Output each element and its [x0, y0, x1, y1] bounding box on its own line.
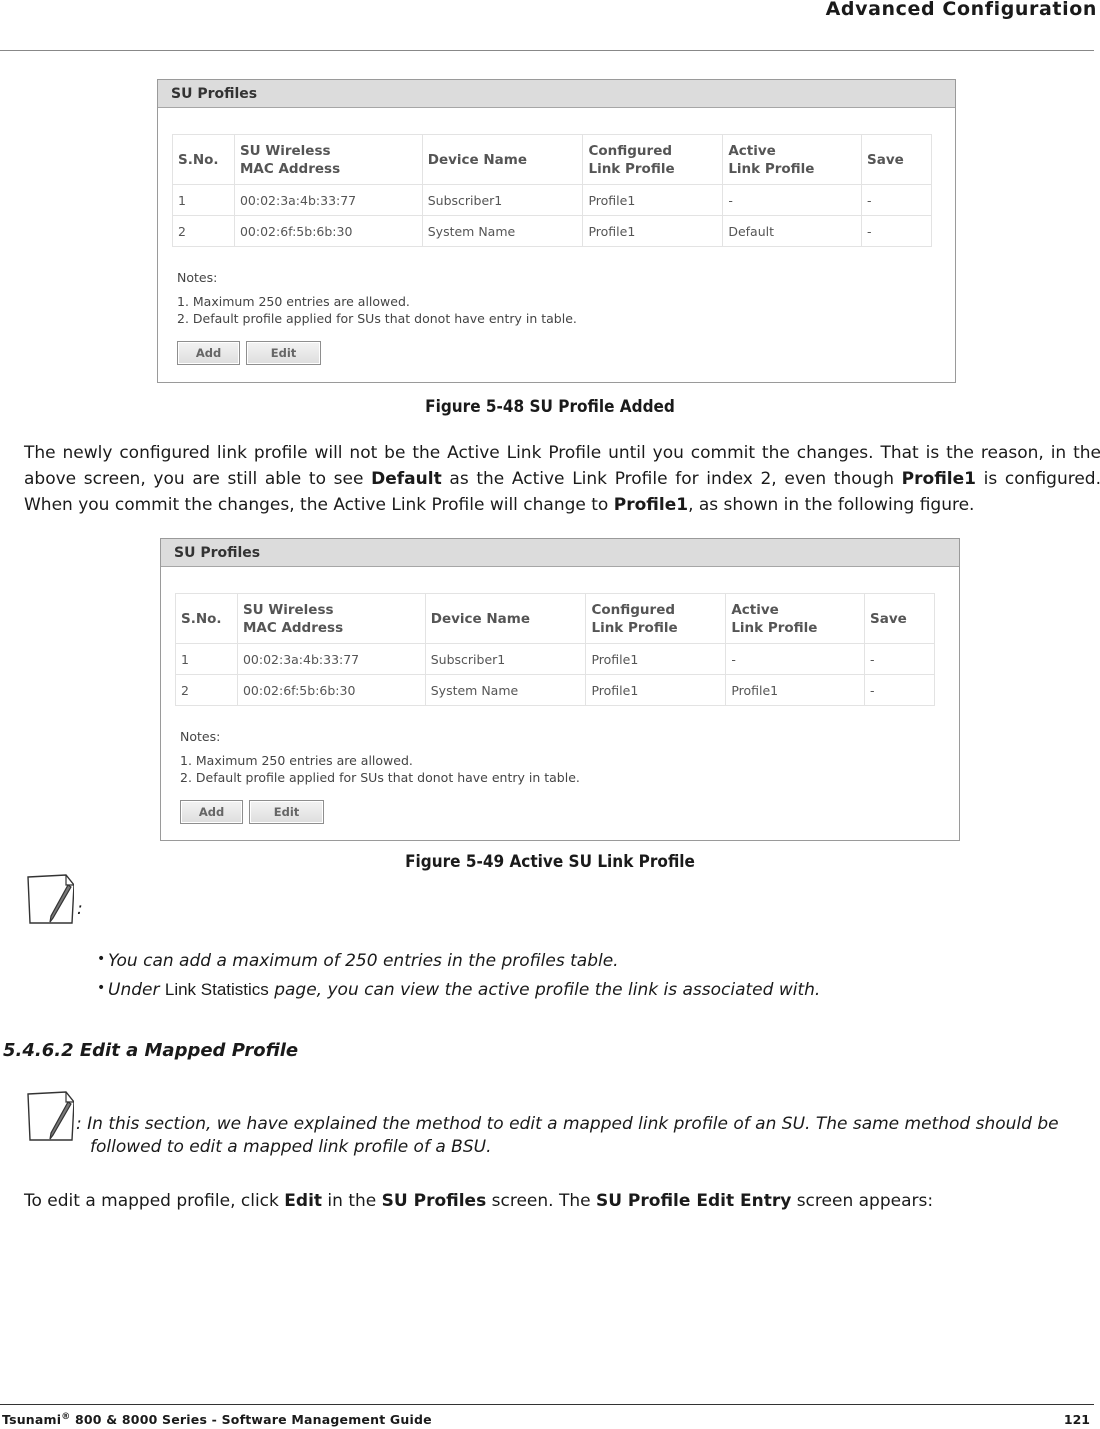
cell-active-profile: Default	[722, 215, 863, 247]
ui-reference: Link Statistics	[164, 980, 269, 999]
col-header-save: Save	[861, 134, 932, 185]
text-run: To edit a mapped profile, click	[24, 1191, 285, 1211]
notes-block: Notes: 1. Maximum 250 entries are allowe…	[180, 729, 580, 786]
su-profiles-panel-fig49: SU Profiles S.No. SU Wireless MAC Addres…	[160, 538, 960, 841]
su-profiles-panel-fig48: SU Profiles S.No. SU Wireless MAC Addres…	[157, 79, 956, 383]
cell-save[interactable]: -	[864, 674, 935, 706]
cell-configured-profile: Profile1	[582, 215, 724, 247]
note-bullet: • Under Link Statistics page, you can vi…	[97, 980, 821, 1000]
su-profiles-table: S.No. SU Wireless MAC Address Device Nam…	[172, 134, 932, 247]
cell-save[interactable]: -	[861, 215, 932, 247]
cell-mac: 00:02:3a:4b:33:77	[236, 643, 426, 675]
footer-divider	[0, 1404, 1094, 1405]
col-header-device-name: Device Name	[421, 134, 584, 185]
bold-term: Profile1	[901, 469, 976, 489]
note-colon: :	[77, 899, 83, 919]
table-header-row: S.No. SU Wireless MAC Address Device Nam…	[172, 134, 932, 185]
notes-block: Notes: 1. Maximum 250 entries are allowe…	[177, 270, 577, 327]
col-header-active-profile: Active Link Profile	[725, 593, 866, 644]
text-run: screen appears:	[791, 1191, 934, 1211]
header-divider	[0, 50, 1094, 51]
cell-configured-profile: Profile1	[585, 643, 727, 675]
cell-sno: 2	[172, 215, 235, 247]
cell-mac: 00:02:3a:4b:33:77	[233, 184, 423, 216]
page-number: 121	[1063, 1412, 1090, 1427]
cell-sno: 1	[172, 184, 235, 216]
col-header-sno: S.No.	[172, 134, 235, 185]
text-run: , as shown in the following figure.	[688, 495, 975, 515]
notes-label: Notes:	[180, 729, 221, 744]
note-text: : In this section, we have explained the…	[76, 1114, 1059, 1134]
panel-title: SU Profiles	[161, 539, 959, 567]
notes-label: Notes:	[177, 270, 218, 285]
col-header-sno: S.No.	[175, 593, 238, 644]
cell-active-profile: Profile1	[725, 674, 866, 706]
cell-sno: 2	[175, 674, 238, 706]
bold-term: Edit	[284, 1191, 323, 1211]
add-button[interactable]: Add	[180, 800, 243, 824]
note-pencil-icon	[26, 1090, 75, 1141]
text-run: as the Active Link Profile for index 2, …	[441, 469, 902, 489]
cell-mac: 00:02:6f:5b:6b:30	[236, 674, 426, 706]
cell-sno: 1	[175, 643, 238, 675]
cell-active-profile: -	[725, 643, 866, 675]
bullet-text: page, you can view the active profile th…	[268, 980, 821, 1000]
panel-title: SU Profiles	[158, 80, 955, 108]
cell-save[interactable]: -	[864, 643, 935, 675]
note-line: 2. Default profile applied for SUs that …	[177, 311, 577, 326]
bold-term: Profile1	[613, 495, 689, 515]
col-header-mac: SU Wireless MAC Address	[233, 134, 423, 185]
table-row[interactable]: 1 00:02:3a:4b:33:77 Subscriber1 Profile1…	[172, 184, 932, 216]
col-header-save: Save	[864, 593, 935, 644]
note-line: 1. Maximum 250 entries are allowed.	[177, 294, 410, 309]
section-heading: 5.4.6.2 Edit a Mapped Profile	[3, 1040, 299, 1061]
cell-configured-profile: Profile1	[585, 674, 727, 706]
table-header-row: S.No. SU Wireless MAC Address Device Nam…	[175, 593, 935, 644]
table-row[interactable]: 2 00:02:6f:5b:6b:30 System Name Profile1…	[175, 674, 935, 706]
cell-active-profile: -	[722, 184, 863, 216]
bold-term: Default	[371, 469, 442, 489]
bullet-icon: •	[97, 951, 106, 967]
col-header-configured-profile: Configured Link Profile	[582, 134, 724, 185]
text-run: screen. The	[486, 1191, 596, 1211]
footer-doc-title: Tsunami® 800 & 8000 Series - Software Ma…	[2, 1412, 432, 1427]
note-pencil-icon	[26, 873, 75, 924]
chapter-title: Advanced Configuration	[825, 0, 1097, 20]
cell-configured-profile: Profile1	[582, 184, 724, 216]
add-button[interactable]: Add	[177, 341, 240, 365]
figure-caption: Figure 5-48 SU Profile Added	[425, 397, 675, 417]
cell-device-name: System Name	[421, 215, 584, 247]
cell-device-name: Subscriber1	[421, 184, 584, 216]
text-run: in the	[322, 1191, 382, 1211]
figure-caption: Figure 5-49 Active SU Link Profile	[405, 852, 695, 872]
body-paragraph: To edit a mapped profile, click Edit in …	[24, 1188, 1100, 1214]
cell-device-name: System Name	[424, 674, 587, 706]
note-line: 2. Default profile applied for SUs that …	[180, 770, 580, 785]
col-header-active-profile: Active Link Profile	[722, 134, 863, 185]
bold-term: SU Profile Edit Entry	[595, 1191, 792, 1211]
cell-device-name: Subscriber1	[424, 643, 587, 675]
col-header-mac: SU Wireless MAC Address	[236, 593, 426, 644]
bullet-text: You can add a maximum of 250 entries in …	[108, 951, 619, 971]
su-profiles-table: S.No. SU Wireless MAC Address Device Nam…	[175, 593, 935, 706]
edit-button[interactable]: Edit	[246, 341, 321, 365]
note-text: followed to edit a mapped link profile o…	[90, 1137, 492, 1157]
note-line: 1. Maximum 250 entries are allowed.	[180, 753, 413, 768]
body-paragraph: The newly configured link profile will n…	[24, 440, 1100, 518]
doc-title: 800 & 8000 Series - Software Management …	[70, 1412, 432, 1428]
cell-mac: 00:02:6f:5b:6b:30	[233, 215, 423, 247]
edit-button[interactable]: Edit	[249, 800, 324, 824]
bullet-icon: •	[97, 980, 106, 996]
bullet-text: Under	[108, 980, 165, 1000]
col-header-configured-profile: Configured Link Profile	[585, 593, 727, 644]
brand-name: Tsunami	[2, 1412, 62, 1428]
bold-term: SU Profiles	[381, 1191, 487, 1211]
table-row[interactable]: 2 00:02:6f:5b:6b:30 System Name Profile1…	[172, 215, 932, 247]
table-row[interactable]: 1 00:02:3a:4b:33:77 Subscriber1 Profile1…	[175, 643, 935, 675]
col-header-device-name: Device Name	[424, 593, 587, 644]
cell-save[interactable]: -	[861, 184, 932, 216]
note-bullet: • You can add a maximum of 250 entries i…	[97, 951, 619, 971]
